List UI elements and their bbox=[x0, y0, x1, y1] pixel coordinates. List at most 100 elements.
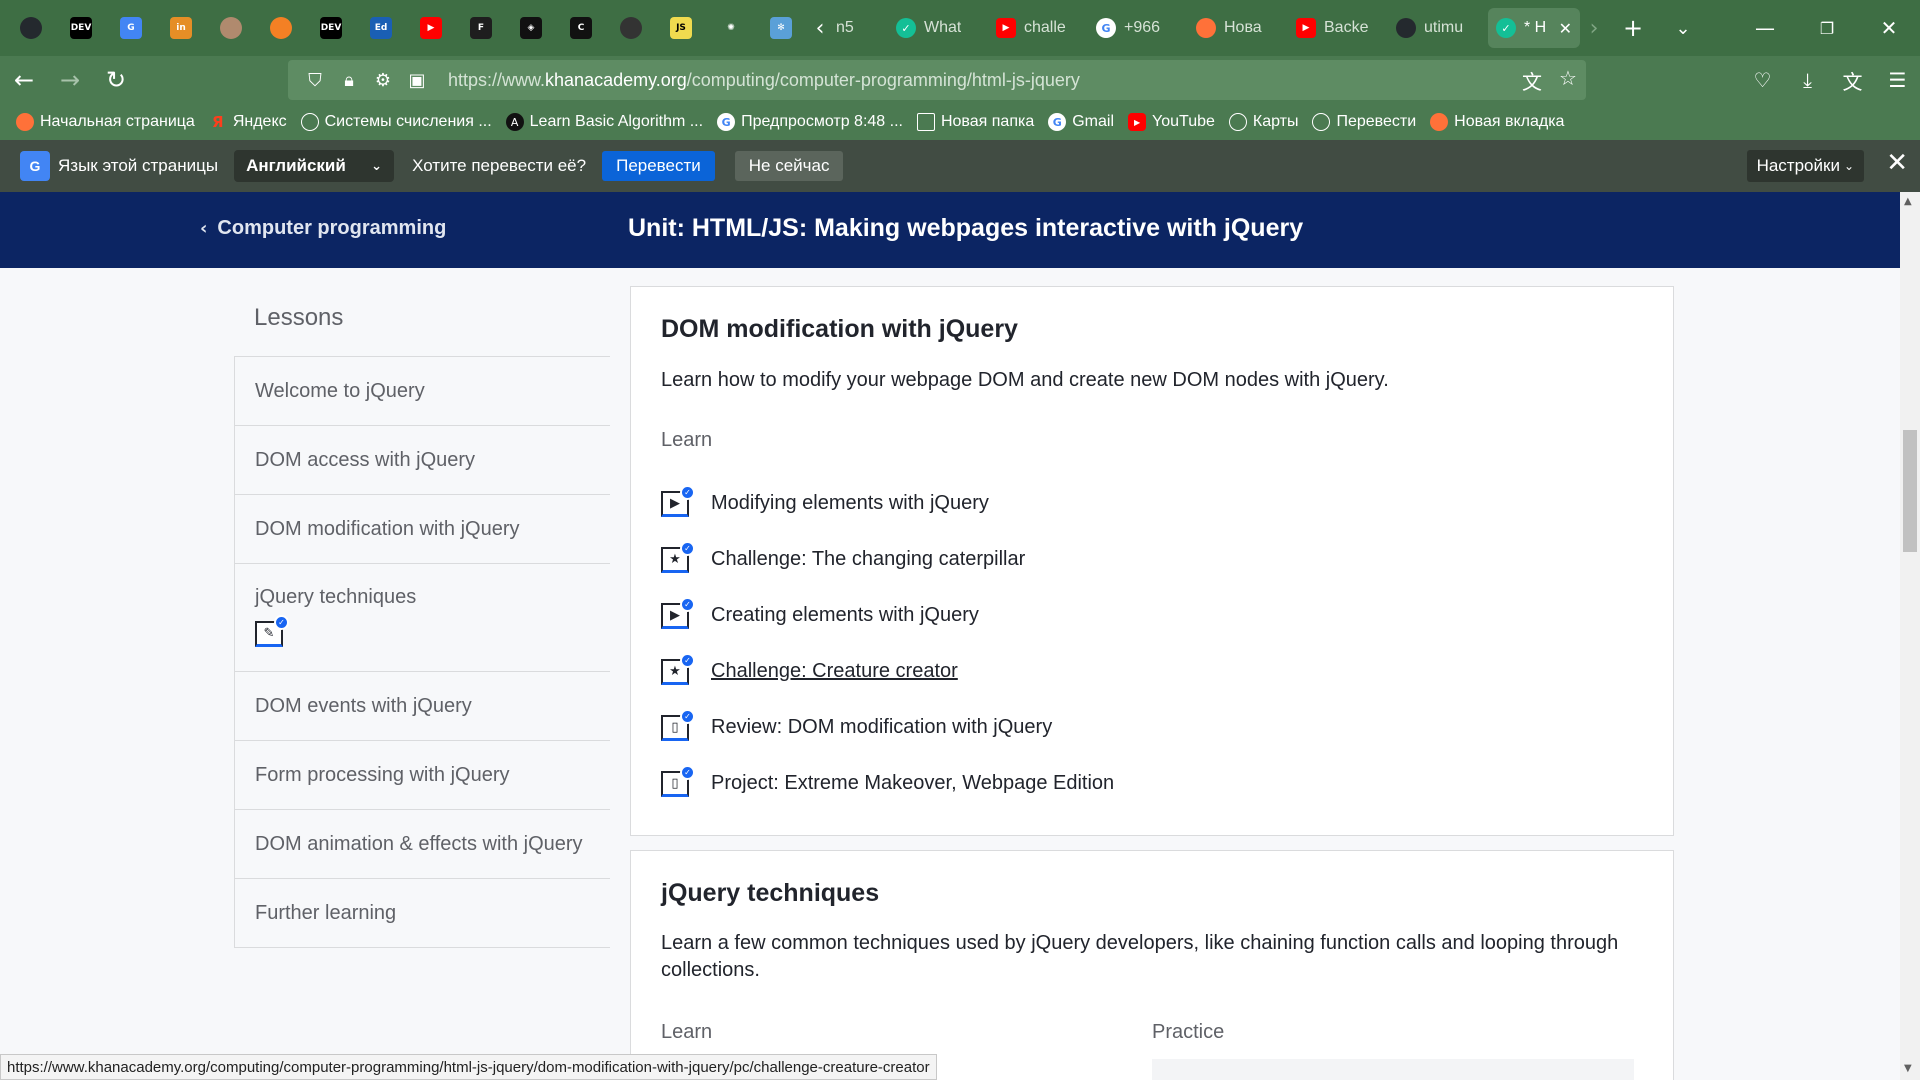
content-item-video[interactable]: ▶ ✓ Modifying elements with jQuery bbox=[661, 475, 1114, 531]
lesson-card-dom-modification: DOM modification with jQuery Learn how t… bbox=[630, 286, 1674, 836]
bookmark-star-icon[interactable]: ☆ bbox=[1550, 66, 1586, 95]
browser-tab[interactable]: Нова bbox=[1188, 8, 1288, 48]
content-item-article[interactable]: ▯ ✓ Project: Extreme Makeover, Webpage Edi… bbox=[661, 755, 1114, 811]
browser-tab[interactable]: G +966 bbox=[1088, 8, 1188, 48]
bookmark-item[interactable]: Перевести bbox=[1312, 113, 1416, 131]
content-item-label[interactable]: Creating elements with jQuery bbox=[711, 604, 979, 627]
scrollbar-thumb[interactable] bbox=[1903, 430, 1917, 552]
breadcrumb-back-link[interactable]: ‹ Computer programming bbox=[200, 217, 446, 240]
content-item-label[interactable]: Modifying elements with jQuery bbox=[711, 492, 989, 515]
pinned-tab[interactable] bbox=[206, 0, 256, 56]
tab-label: n5 bbox=[836, 19, 854, 36]
bookmark-item[interactable]: Начальная страница bbox=[16, 113, 195, 131]
in-icon: in bbox=[170, 17, 192, 39]
address-bar[interactable]: ⛉ 🔒︎ ⚙ ▣ https://www.khanacademy.org/com… bbox=[288, 60, 1586, 100]
practice-item[interactable] bbox=[1152, 1059, 1634, 1080]
sidebar-item-dom-animation[interactable]: DOM animation & effects with jQuery bbox=[235, 810, 610, 879]
browser-tab[interactable]: ✓ What bbox=[888, 8, 988, 48]
content-item-challenge[interactable]: ★ ✓ Challenge: The changing caterpillar bbox=[661, 531, 1114, 587]
sidebar-item-dom-access[interactable]: DOM access with jQuery bbox=[235, 426, 610, 495]
close-tab-icon[interactable]: ✕ bbox=[1559, 19, 1572, 38]
shield-icon[interactable]: ⛉ bbox=[298, 70, 332, 91]
new-tab-icon[interactable]: + bbox=[1608, 0, 1658, 56]
content-item-article[interactable]: ▯ ✓ Review: DOM modification with jQuery bbox=[661, 699, 1114, 755]
globe-icon bbox=[300, 113, 319, 131]
content-item-video[interactable]: ▶ ✓ Creating elements with jQuery bbox=[661, 587, 1114, 643]
not-now-button[interactable]: Не сейчас bbox=[734, 151, 844, 181]
forward-icon[interactable]: → bbox=[48, 58, 92, 102]
sidebar-item-further-learning[interactable]: Further learning bbox=[235, 879, 610, 948]
article-completed-icon: ▯ ✓ bbox=[661, 765, 695, 799]
bookmark-item[interactable]: G Предпросмотр 8:48 ... bbox=[717, 113, 903, 131]
lesson-title[interactable]: jQuery techniques bbox=[661, 879, 879, 908]
bookmark-item[interactable]: Новая папка bbox=[916, 113, 1034, 131]
page-scrollbar[interactable]: ▲ ▼ bbox=[1900, 192, 1920, 1080]
sidebar-item-dom-events[interactable]: DOM events with jQuery bbox=[235, 672, 610, 741]
pinned-tab[interactable]: ◈ bbox=[506, 0, 556, 56]
sidebar-item-form-processing[interactable]: Form processing with jQuery bbox=[235, 741, 610, 810]
bookmark-item[interactable]: A Learn Basic Algorithm ... bbox=[505, 113, 703, 131]
browser-tab[interactable]: utimu bbox=[1388, 8, 1488, 48]
stack-icon bbox=[270, 17, 292, 39]
close-window-icon[interactable]: ✕ bbox=[1858, 0, 1920, 56]
translate-extension-icon[interactable]: 文 bbox=[1830, 56, 1875, 104]
bookmark-item[interactable]: Я Яндекс bbox=[209, 113, 287, 131]
content-item-challenge[interactable]: ★ ✓ Challenge: Creature creator bbox=[661, 643, 1114, 699]
sidebar-item-jquery-techniques[interactable]: jQuery techniques ✎ ✓ bbox=[235, 564, 610, 672]
pinned-tab[interactable]: in bbox=[156, 0, 206, 56]
translate-button[interactable]: Перевести bbox=[602, 151, 715, 181]
tab-active[interactable]: ✓ * H ✕ bbox=[1488, 8, 1580, 48]
content-item-label[interactable]: Project: Extreme Makeover, Webpage Editi… bbox=[711, 772, 1114, 795]
bookmark-item[interactable]: Новая вкладка bbox=[1430, 113, 1564, 131]
menu-icon[interactable]: ☰ bbox=[1875, 56, 1920, 104]
reload-icon[interactable]: ↻ bbox=[94, 58, 138, 102]
bookmark-item[interactable]: Карты bbox=[1228, 113, 1298, 131]
pinned-tab[interactable] bbox=[6, 0, 56, 56]
content-item-label[interactable]: Review: DOM modification with jQuery bbox=[711, 716, 1052, 739]
back-icon[interactable]: ← bbox=[2, 58, 46, 102]
download-icon[interactable]: ⤓ bbox=[1785, 56, 1830, 104]
pocket-icon[interactable]: ♡ bbox=[1740, 56, 1785, 104]
browser-tab[interactable]: n5 bbox=[834, 8, 888, 48]
sidebar-item-welcome[interactable]: Welcome to jQuery bbox=[235, 357, 610, 426]
pinned-tab[interactable] bbox=[606, 0, 656, 56]
bookmark-item[interactable]: G Gmail bbox=[1048, 113, 1114, 131]
pinned-tab[interactable]: DEV bbox=[306, 0, 356, 56]
close-translate-bar-icon[interactable]: ✕ bbox=[1886, 148, 1908, 178]
content-item-label[interactable]: Challenge: Creature creator bbox=[711, 660, 958, 683]
bookmark-item[interactable]: Системы счисления ... bbox=[300, 113, 492, 131]
pinned-tab[interactable]: ✺ bbox=[706, 0, 756, 56]
pinned-tab[interactable] bbox=[256, 0, 306, 56]
url-text[interactable]: https://www.khanacademy.org/computing/co… bbox=[448, 70, 1080, 91]
video-completed-icon: ▶ ✓ bbox=[661, 597, 695, 631]
sidebar-item-dom-modification[interactable]: DOM modification with jQuery bbox=[235, 495, 610, 564]
minimize-icon[interactable]: — bbox=[1734, 0, 1796, 56]
pinned-tab[interactable]: C bbox=[556, 0, 606, 56]
sidebar-item-label: DOM access with jQuery bbox=[255, 448, 476, 471]
bookmark-item[interactable]: ▶ YouTube bbox=[1128, 113, 1215, 131]
scroll-down-icon[interactable]: ▼ bbox=[1904, 1063, 1912, 1074]
scroll-tabs-right-icon[interactable]: › bbox=[1580, 0, 1608, 56]
list-tabs-icon[interactable]: ⌄ bbox=[1658, 0, 1708, 56]
scroll-tabs-left-icon[interactable]: ‹ bbox=[806, 0, 834, 56]
youtube-icon: ▶ bbox=[1296, 18, 1316, 38]
pinned-tab[interactable]: Ed bbox=[356, 0, 406, 56]
pinned-tab[interactable]: JS bbox=[656, 0, 706, 56]
pinned-tab[interactable]: ▶ bbox=[406, 0, 456, 56]
browser-tab[interactable]: ▶ Backe bbox=[1288, 8, 1388, 48]
pinned-tab[interactable]: ✻ bbox=[756, 0, 806, 56]
codepen-icon: ◈ bbox=[520, 17, 542, 39]
lesson-title[interactable]: DOM modification with jQuery bbox=[661, 315, 1018, 344]
content-item-label[interactable]: Challenge: The changing caterpillar bbox=[711, 548, 1025, 571]
pinned-tab[interactable]: F bbox=[456, 0, 506, 56]
browser-tab[interactable]: ▶ challe bbox=[988, 8, 1088, 48]
lock-icon[interactable]: 🔒︎ bbox=[332, 70, 366, 91]
pinned-tab[interactable]: DEV bbox=[56, 0, 106, 56]
restore-icon[interactable]: ❐ bbox=[1796, 0, 1858, 56]
scroll-up-icon[interactable]: ▲ bbox=[1904, 196, 1912, 207]
translate-page-icon[interactable]: 文 bbox=[1514, 66, 1550, 95]
translate-settings-button[interactable]: Настройки ⌄ bbox=[1746, 150, 1864, 182]
language-select[interactable]: Английский ⌄ bbox=[234, 150, 395, 182]
pinned-tab[interactable]: G bbox=[106, 0, 156, 56]
permissions-icon[interactable]: ⚙ bbox=[366, 70, 400, 91]
